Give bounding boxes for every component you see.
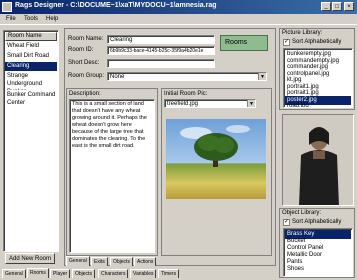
- menu-tools[interactable]: Tools: [24, 16, 38, 22]
- tab-characters[interactable]: Characters: [98, 269, 129, 278]
- title-bar: Rags Designer - C:\DOCUME~1\xaT\MYDOCU~1…: [0, 0, 357, 14]
- room-list-header[interactable]: Room Name: [5, 32, 57, 41]
- rooms-badge-label: Rooms: [225, 39, 248, 46]
- inner-tabs: General Exits Objects Actions: [66, 256, 226, 267]
- room-id-field[interactable]: 6b9b9c33-bace-4145-b25c-35f9a4b20e1e: [107, 46, 215, 55]
- room-list[interactable]: Room Name Wheat Field Small Dirt Road Clea…: [3, 30, 59, 252]
- room-group-value: None: [110, 74, 125, 80]
- room-pic-value: treefield.jpg: [167, 101, 199, 107]
- tab-player[interactable]: Player: [50, 269, 71, 278]
- room-name-field[interactable]: Clearing: [107, 35, 215, 44]
- object-sort-checkbox[interactable]: ✓: [283, 219, 290, 226]
- add-room-button[interactable]: Add New Room: [5, 253, 55, 264]
- tab-actions[interactable]: Actions: [134, 257, 157, 266]
- object-list-item[interactable]: Shoes: [285, 265, 351, 274]
- room-pic-select[interactable]: treefield.jpg ▼: [164, 99, 256, 108]
- chevron-down-icon[interactable]: ▼: [247, 100, 255, 107]
- object-library-label: Object Library:: [282, 210, 322, 216]
- room-list-item[interactable]: Wheat Field: [5, 42, 57, 51]
- room-pic-group: Initial Room Pic: treefield.jpg ▼: [161, 88, 272, 256]
- description-textarea[interactable]: This is a small section of land that doe…: [69, 99, 155, 253]
- room-id-label: Room ID:: [68, 47, 94, 53]
- menu-bar: File Tools Help: [0, 14, 357, 25]
- object-sort-label: Sort Alphabetically: [292, 219, 342, 225]
- menu-file[interactable]: File: [6, 16, 16, 22]
- maximize-button[interactable]: □: [332, 2, 342, 11]
- window-title: Rags Designer - C:\DOCUME~1\xaT\MYDOCU~1…: [15, 2, 217, 9]
- bottom-tabs: General Rooms Player Objects Characters …: [0, 268, 200, 279]
- minimize-button[interactable]: _: [321, 2, 331, 11]
- object-list[interactable]: Brass Key Bucket Control Panel Metallic Doo…: [283, 228, 353, 277]
- tab-rooms[interactable]: Rooms: [27, 268, 49, 278]
- tab-general-main[interactable]: General: [2, 269, 26, 278]
- tab-timers[interactable]: Timers: [158, 269, 180, 278]
- character-portrait: [282, 114, 354, 206]
- room-pic-label: Initial Room Pic:: [164, 91, 208, 97]
- tab-exits[interactable]: Exits: [91, 257, 108, 266]
- room-name-label: Room Name:: [68, 36, 104, 42]
- room-group-label: Room Group:: [68, 73, 105, 79]
- short-desc-field[interactable]: [107, 59, 215, 68]
- picture-sort-label: Sort Alphabetically: [292, 39, 342, 45]
- object-library-panel: Object Library: ✓ Sort Alphabetically Br…: [279, 208, 355, 278]
- tab-variables[interactable]: Variables: [130, 269, 157, 278]
- room-list-item[interactable]: Bunker Command Center: [5, 91, 57, 109]
- picture-library-panel: Picture Library: ✓ Sort Alphabetically b…: [279, 28, 355, 110]
- app-icon: [2, 2, 12, 12]
- room-group-select[interactable]: None ▼: [107, 72, 267, 81]
- close-button[interactable]: ×: [344, 2, 354, 11]
- description-text: This is a small section of land that doe…: [72, 101, 147, 149]
- tree-image: [180, 125, 250, 167]
- character-image: [283, 115, 353, 205]
- tab-objects-main[interactable]: Objects: [72, 269, 95, 278]
- short-desc-label: Short Desc:: [68, 60, 100, 66]
- description-group: Description: This is a small section of …: [66, 88, 158, 256]
- picture-list[interactable]: bunkerempty.jpg commandempty.jpg commander…: [283, 48, 353, 108]
- room-picture: [166, 119, 266, 199]
- room-list-item[interactable]: Clearing: [5, 62, 57, 71]
- tab-general[interactable]: General: [66, 256, 90, 266]
- menu-help[interactable]: Help: [46, 16, 58, 22]
- rooms-badge: Rooms: [220, 35, 268, 51]
- tab-objects[interactable]: Objects: [110, 257, 133, 266]
- chevron-down-icon[interactable]: ▼: [258, 73, 266, 80]
- picture-library-label: Picture Library:: [282, 30, 323, 36]
- picture-list-item[interactable]: road.jpg: [285, 102, 351, 107]
- picture-sort-checkbox[interactable]: ✓: [283, 39, 290, 46]
- description-label: Description:: [69, 91, 101, 97]
- room-list-item[interactable]: Small Dirt Road: [5, 52, 57, 61]
- room-list-item[interactable]: Strange Underground Bunker: [5, 72, 57, 90]
